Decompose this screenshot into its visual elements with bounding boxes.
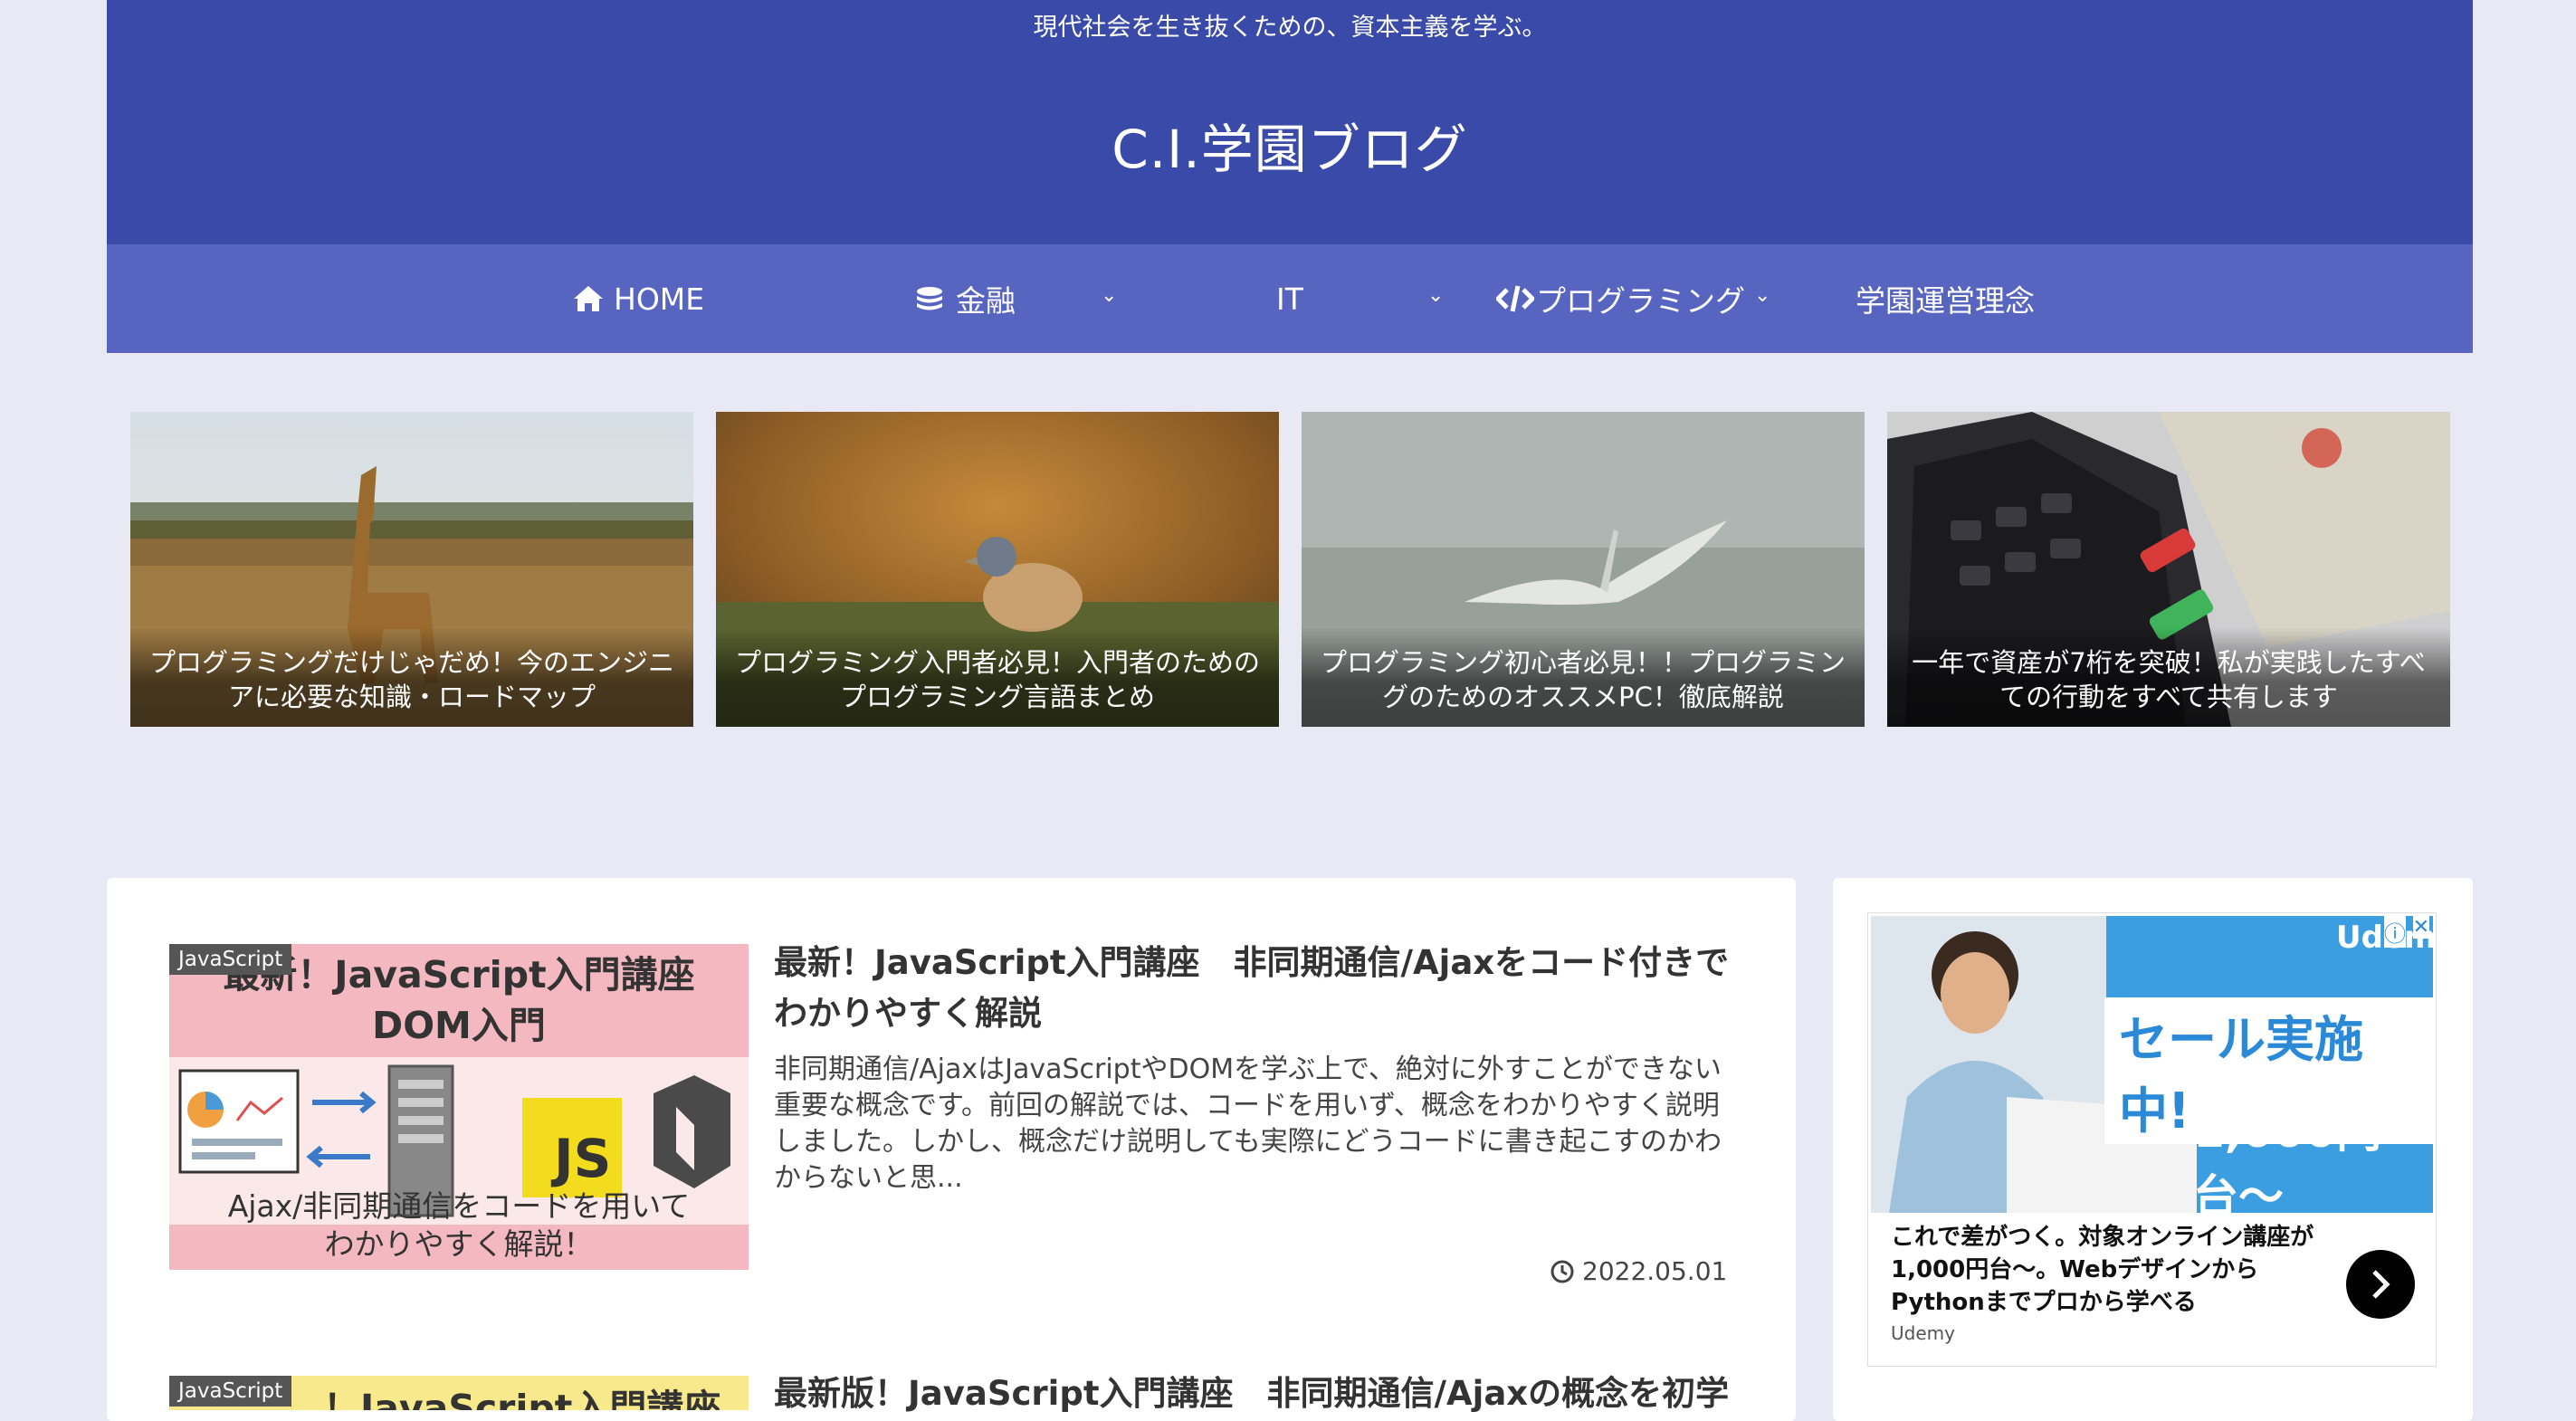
- nav-label-philosophy: 学園運営理念: [1856, 283, 2035, 319]
- site-header: 現代社会を生き抜くための、資本主義を学ぶ。 C.I.学園ブログ: [107, 0, 2473, 244]
- thumb-subtitle: DOM入門: [372, 1004, 546, 1047]
- category-label: JavaScript: [169, 944, 292, 975]
- clock-icon: [1550, 1260, 1574, 1283]
- nav-item-philosophy[interactable]: 学園運営理念: [1856, 244, 2035, 353]
- chevron-down-icon[interactable]: ⌄: [1754, 284, 1770, 307]
- global-nav: HOME 金融 ⌄ IT ⌄ プログラミング ⌄ 学園運営理念: [107, 244, 2473, 353]
- category-label: JavaScript: [169, 1376, 292, 1407]
- ad-arrow-button[interactable]: [2346, 1250, 2415, 1319]
- post-title[interactable]: 最新版！JavaScript入門講座 非同期通信/Ajaxの概念を初学: [774, 1369, 1733, 1419]
- post-excerpt: 非同期通信/AjaxはJavaScriptやDOMを学ぶ上で、絶対に外すことがで…: [774, 1054, 1722, 1194]
- chevron-down-icon[interactable]: ⌄: [1101, 284, 1117, 307]
- site-tagline: 現代社会を生き抜くための、資本主義を学ぶ。: [1033, 14, 1547, 42]
- ad-close-icon[interactable]: ✕: [2412, 916, 2429, 939]
- ad-source: Udemy: [1891, 1322, 1955, 1344]
- ad-text: これで差がつく。対象オンライン講座が1,000円台〜。WebデザインからPyth…: [1891, 1224, 2314, 1316]
- post-title[interactable]: 最新！JavaScript入門講座 非同期通信/Ajaxをコード付きでわかりやす…: [774, 938, 1733, 1039]
- slider-card[interactable]: プログラミング入門者必見！入門者のためのプログラミング言語まとめ: [716, 412, 1279, 727]
- home-icon: [574, 286, 603, 311]
- post-date: 2022.05.01: [1550, 1256, 1727, 1286]
- post-date-text: 2022.05.01: [1582, 1256, 1728, 1286]
- nav-item-finance[interactable]: 金融: [914, 244, 1016, 353]
- post-thumbnail[interactable]: JavaScript 最新！JavaScript入門講座 DOM入門 JS Aj…: [169, 944, 749, 1270]
- slider-caption: プログラミングだけじゃだめ！今のエンジニアに必要な知識・ロードマップ: [130, 627, 693, 727]
- nav-label-home: HOME: [614, 281, 705, 317]
- sidebar-ad[interactable]: セール実施中! 対象のオンライン講座が 1,000円台〜 Udemy ⓘ ✕ こ…: [1867, 912, 2437, 1367]
- nav-item-programming[interactable]: プログラミング: [1496, 244, 1745, 353]
- thumb-caption: わかりやすく解説！: [324, 1226, 594, 1262]
- slider-caption: プログラミング入門者必見！入門者のためのプログラミング言語まとめ: [716, 627, 1279, 727]
- post-thumbnail[interactable]: JavaScript ！JavaScript入門講座: [169, 1376, 749, 1410]
- ad-banner[interactable]: セール実施中! 対象のオンライン講座が 1,000円台〜 Udemy ⓘ ✕: [1871, 916, 2433, 1213]
- nav-label-programming: プログラミング: [1536, 283, 1745, 319]
- ad-price: 1,000円台〜: [2193, 1105, 2382, 1213]
- js-badge: JS: [554, 1128, 612, 1189]
- slider-card[interactable]: プログラミングだけじゃだめ！今のエンジニアに必要な知識・ロードマップ: [130, 412, 693, 727]
- thumb-caption: Ajax/非同期通信をコードを用いて: [227, 1188, 691, 1224]
- ad-info-icon[interactable]: ⓘ: [2384, 916, 2406, 948]
- code-icon: [1496, 285, 1534, 312]
- nav-item-home[interactable]: HOME: [572, 244, 704, 353]
- slider-card[interactable]: プログラミング初心者必見！！プログラミングのためのオススメPC！徹底解説: [1302, 412, 1865, 727]
- slider-card[interactable]: 一年で資産が7桁を突破！私が実践したすべての行動をすべて共有します: [1887, 412, 2450, 727]
- slider-caption: 一年で資産が7桁を突破！私が実践したすべての行動をすべて共有します: [1887, 627, 2450, 727]
- site-title[interactable]: C.I.学園ブログ: [107, 107, 2473, 183]
- chevron-right-icon: [2372, 1270, 2390, 1299]
- coins-icon: [917, 287, 942, 310]
- thumb-title: ！JavaScript入門講座: [323, 1387, 721, 1410]
- slider-caption: プログラミング初心者必見！！プログラミングのためのオススメPC！徹底解説: [1302, 627, 1865, 727]
- nav-item-it[interactable]: IT: [1276, 244, 1303, 353]
- nav-label-finance: 金融: [956, 283, 1016, 319]
- chevron-down-icon[interactable]: ⌄: [1427, 284, 1444, 307]
- nav-label-it: IT: [1276, 281, 1303, 317]
